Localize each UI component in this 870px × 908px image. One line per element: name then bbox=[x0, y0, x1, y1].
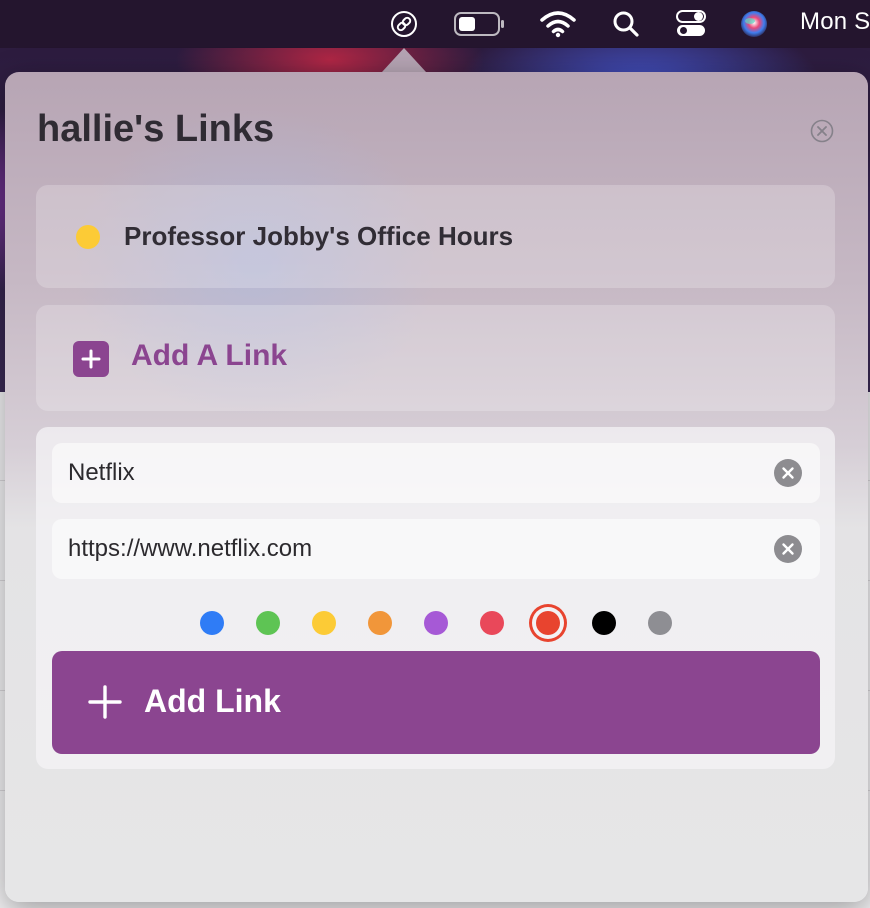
menu-bar-clock: Mon S bbox=[800, 8, 870, 35]
clear-icon bbox=[782, 543, 794, 555]
color-swatch[interactable] bbox=[256, 611, 280, 635]
color-swatch[interactable] bbox=[312, 611, 336, 635]
color-swatch[interactable] bbox=[424, 611, 448, 635]
clear-url-button[interactable] bbox=[774, 535, 802, 563]
color-swatch[interactable] bbox=[368, 611, 392, 635]
color-swatch[interactable] bbox=[200, 611, 224, 635]
clear-icon bbox=[782, 467, 794, 479]
color-swatch[interactable] bbox=[648, 611, 672, 635]
color-picker bbox=[186, 601, 686, 645]
color-swatch[interactable] bbox=[592, 611, 616, 635]
link-color-dot bbox=[76, 225, 100, 249]
links-popover: hallie's Links Professor Jobby's Office … bbox=[5, 72, 868, 902]
wifi-icon[interactable] bbox=[538, 10, 578, 38]
search-icon[interactable] bbox=[610, 10, 642, 38]
plus-square-icon bbox=[73, 341, 109, 377]
saved-link-item[interactable]: Professor Jobby's Office Hours bbox=[36, 185, 835, 288]
popover-title: hallie's Links bbox=[37, 108, 275, 150]
link-title: Professor Jobby's Office Hours bbox=[124, 221, 514, 251]
add-a-link-label: Add A Link bbox=[131, 339, 288, 372]
siri-icon[interactable] bbox=[738, 10, 770, 38]
color-swatch[interactable] bbox=[536, 611, 560, 635]
close-button[interactable] bbox=[810, 119, 834, 143]
battery-icon[interactable] bbox=[452, 10, 508, 38]
control-center-icon[interactable] bbox=[673, 10, 709, 38]
add-a-link-toggle[interactable]: Add A Link bbox=[36, 305, 835, 411]
link-url-field-container bbox=[52, 519, 820, 579]
clear-name-button[interactable] bbox=[774, 459, 802, 487]
link-url-field[interactable] bbox=[68, 519, 748, 579]
add-link-button[interactable]: Add Link bbox=[52, 651, 820, 754]
link-name-field-container bbox=[52, 443, 820, 503]
menu-bar: Mon S bbox=[0, 0, 870, 48]
new-link-form: Add Link bbox=[36, 427, 835, 769]
plus-icon bbox=[88, 685, 122, 719]
close-icon bbox=[810, 119, 834, 143]
link-name-field[interactable] bbox=[68, 443, 748, 503]
color-swatch[interactable] bbox=[480, 611, 504, 635]
popover-arrow bbox=[382, 48, 426, 72]
link-icon[interactable] bbox=[388, 10, 420, 38]
add-link-button-label: Add Link bbox=[144, 683, 281, 719]
